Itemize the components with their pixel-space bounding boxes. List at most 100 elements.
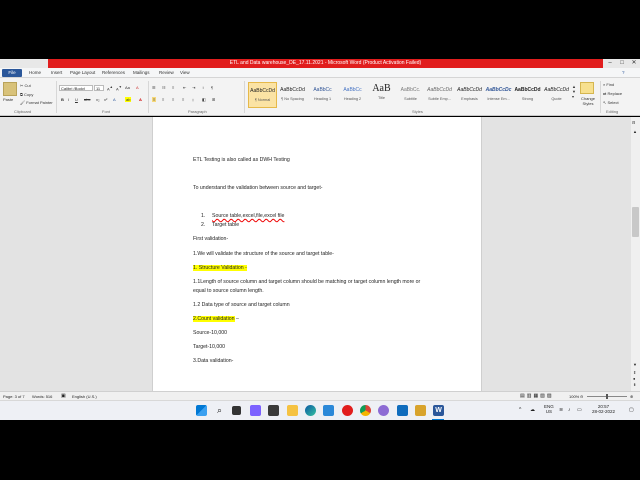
tab-review[interactable]: Review [159,70,174,75]
chat-icon[interactable] [250,405,261,416]
notification-icon[interactable]: ▢ [629,407,634,413]
style-normal[interactable]: AaBbCcDd ¶ Normal [248,82,277,108]
next-page-icon[interactable]: ⇟ [633,382,636,387]
decrease-indent-icon[interactable]: ⇤ [183,85,186,90]
bullets-icon[interactable]: ☰ [152,85,156,90]
scroll-up-icon[interactable]: ▲ [633,129,637,134]
align-center-icon[interactable]: ≡ [162,97,164,102]
font-color-icon[interactable]: A [139,97,142,102]
justify-icon[interactable]: ≡ [182,97,184,102]
numbering-icon[interactable]: ☷ [162,85,166,90]
style-emphasis[interactable]: AaBbCcDd Emphasis [455,82,484,108]
search-icon[interactable]: ⌕ [214,405,225,416]
scroll-thumb[interactable] [632,207,639,237]
opera-icon[interactable] [342,405,353,416]
previous-page-icon[interactable]: ⇞ [633,370,636,375]
change-case-icon[interactable]: Aa [125,85,130,90]
store-icon[interactable] [323,405,334,416]
clear-formatting-icon[interactable]: A [136,85,139,90]
style-intense-emphasis[interactable]: AaBbCcDc Intense Em... [484,82,513,108]
battery-icon[interactable]: ▭ [577,407,582,413]
zoom-slider-handle[interactable] [606,394,608,399]
sort-icon[interactable]: ↕ [202,85,204,90]
app-icon-3[interactable] [415,405,426,416]
tab-insert[interactable]: Insert [51,70,62,75]
style-title[interactable]: AaB Title [367,82,396,108]
clock[interactable]: 20:57 28-02-2022 [592,404,615,414]
styles-scroll-icon[interactable]: ▲ ▼ ▾ [572,84,576,99]
file-explorer-icon[interactable] [287,405,298,416]
align-left-icon[interactable]: ≡ [152,97,157,102]
tab-view[interactable]: View [180,70,190,75]
task-view-icon[interactable] [232,406,241,415]
line-spacing-icon[interactable]: ↨ [192,97,194,102]
copy-button[interactable]: ⧉ Copy [20,92,33,97]
subscript-button[interactable]: x₂ [96,97,100,102]
word-icon[interactable]: W [433,405,444,416]
page-count[interactable]: Page: 3 of 7 [3,394,25,399]
minimize-button[interactable]: – [604,59,616,68]
cut-button[interactable]: ✂ Cut [20,83,31,88]
style-subtle-emphasis[interactable]: AaBbCcDd Subtle Emp... [425,82,454,108]
wifi-icon[interactable]: ≋ [559,407,563,413]
ruler-toggle-icon[interactable]: ⊟ [632,120,635,125]
tab-file[interactable]: File [2,69,22,77]
zoom-in-icon[interactable]: ⊕ [630,394,633,399]
tab-home[interactable]: Home [29,70,41,75]
tab-mailings[interactable]: Mailings [133,70,150,75]
multilevel-list-icon[interactable]: ≡ [172,85,174,90]
widgets-icon[interactable] [268,405,279,416]
paste-button[interactable]: Paste [3,97,13,102]
style-strong[interactable]: AaBbCcDd Strong [513,82,542,108]
start-icon[interactable] [196,405,207,416]
change-styles-button[interactable]: Change Styles [578,96,598,106]
chrome-icon[interactable] [360,405,371,416]
volume-icon[interactable]: ♪ [568,407,571,413]
underline-button[interactable]: U [75,97,78,102]
edge-icon[interactable] [305,405,316,416]
cloud-icon[interactable]: ☁ [530,407,535,413]
replace-button[interactable]: ⇄ Replace [603,91,622,96]
browse-object-icon[interactable]: ● [633,376,635,381]
maximize-button[interactable]: □ [616,59,628,68]
grow-font-icon[interactable]: A▲ [107,85,113,91]
style-quote[interactable]: AaBbCcDd Quote [542,82,571,108]
style-no-spacing[interactable]: AaBbCcDd ¶ No Spacing [278,82,307,108]
style-heading-1[interactable]: AaBbCc Heading 1 [308,82,337,108]
language-indicator[interactable]: English (U.S.) [72,394,97,399]
close-button[interactable]: ✕ [628,59,640,68]
shrink-font-icon[interactable]: A▼ [116,85,122,91]
italic-button[interactable]: I [68,97,69,102]
zoom-level[interactable]: 100% [569,394,579,399]
find-button[interactable]: ⌕ Find [603,82,614,87]
style-heading-2[interactable]: AaBbCc Heading 2 [338,82,367,108]
language-switcher[interactable]: ENG US [544,404,554,414]
word-count[interactable]: Words: 516 [32,394,52,399]
select-button[interactable]: ↖ Select [603,100,619,105]
app-icon-2[interactable] [397,405,408,416]
font-family-select[interactable]: Calibri (Body) [59,85,93,91]
increase-indent-icon[interactable]: ⇥ [192,85,195,90]
scroll-down-icon[interactable]: ▼ [633,362,637,367]
highlight-icon[interactable]: ab [125,97,132,102]
tray-chevron-icon[interactable]: ^ [519,407,521,413]
show-marks-icon[interactable]: ¶ [211,85,213,90]
borders-icon[interactable]: ⊞ [212,97,215,102]
font-size-select[interactable]: 11 [94,85,104,91]
strikethrough-button[interactable]: abc [84,97,90,102]
app-icon[interactable] [378,405,389,416]
style-subtitle[interactable]: AaBbCc. Subtitle [396,82,425,108]
document-page[interactable]: ETL Testing is also called as DWH Testin… [152,117,482,391]
bold-button[interactable]: B [61,97,64,102]
vertical-scrollbar[interactable]: ⊟ ▲ ▼ ⇞ ● ⇟ [631,117,640,391]
view-buttons[interactable]: ▤▥▦▧▨ [520,393,554,399]
superscript-button[interactable]: x² [104,97,107,102]
tab-page-layout[interactable]: Page Layout [70,70,95,75]
help-icon[interactable]: ? [622,70,625,75]
shading-icon[interactable]: ◧ [202,97,206,102]
zoom-out-icon[interactable]: ⊖ [580,394,583,399]
align-right-icon[interactable]: ≡ [172,97,174,102]
text-effects-icon[interactable]: A [113,97,116,102]
format-painter-button[interactable]: 🖌 Format Painter [20,100,53,105]
proofing-icon[interactable]: ▣ [61,393,66,399]
